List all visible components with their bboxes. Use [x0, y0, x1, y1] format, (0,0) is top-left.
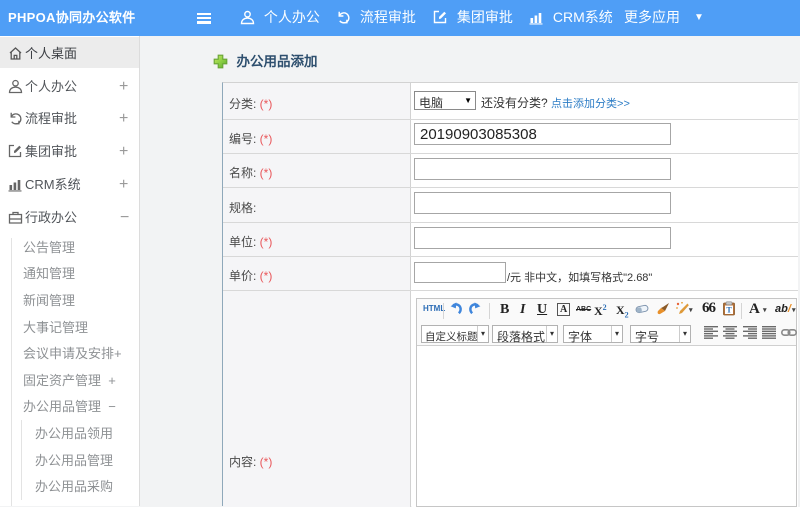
svg-text:T: T	[726, 306, 732, 315]
